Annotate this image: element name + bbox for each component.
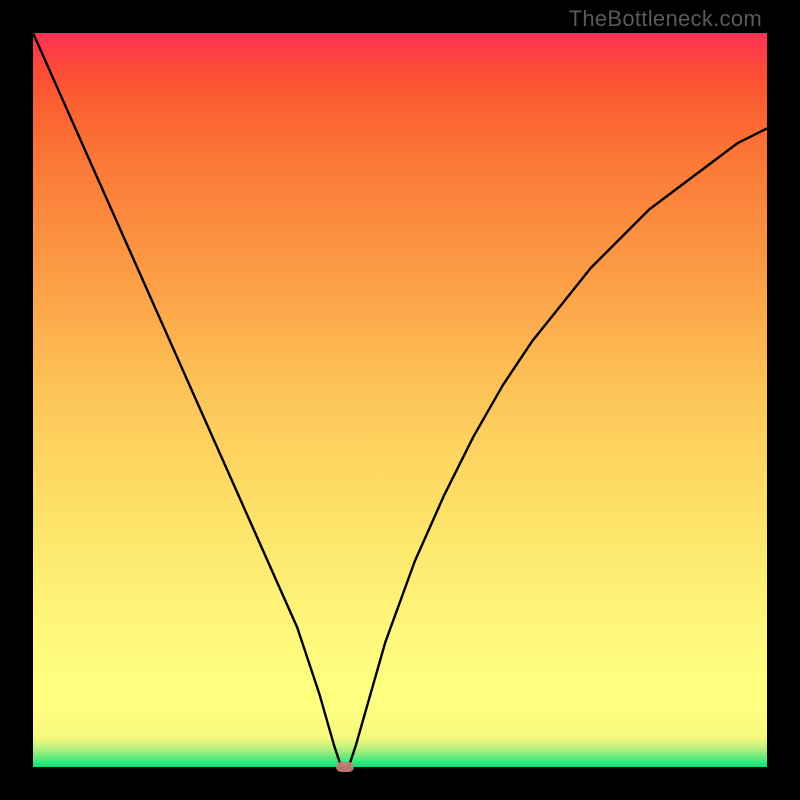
bottleneck-curve bbox=[33, 33, 767, 767]
watermark-text: TheBottleneck.com bbox=[569, 6, 762, 32]
marker-dot bbox=[336, 762, 354, 772]
chart-frame: TheBottleneck.com bbox=[0, 0, 800, 800]
plot-area bbox=[33, 33, 767, 767]
